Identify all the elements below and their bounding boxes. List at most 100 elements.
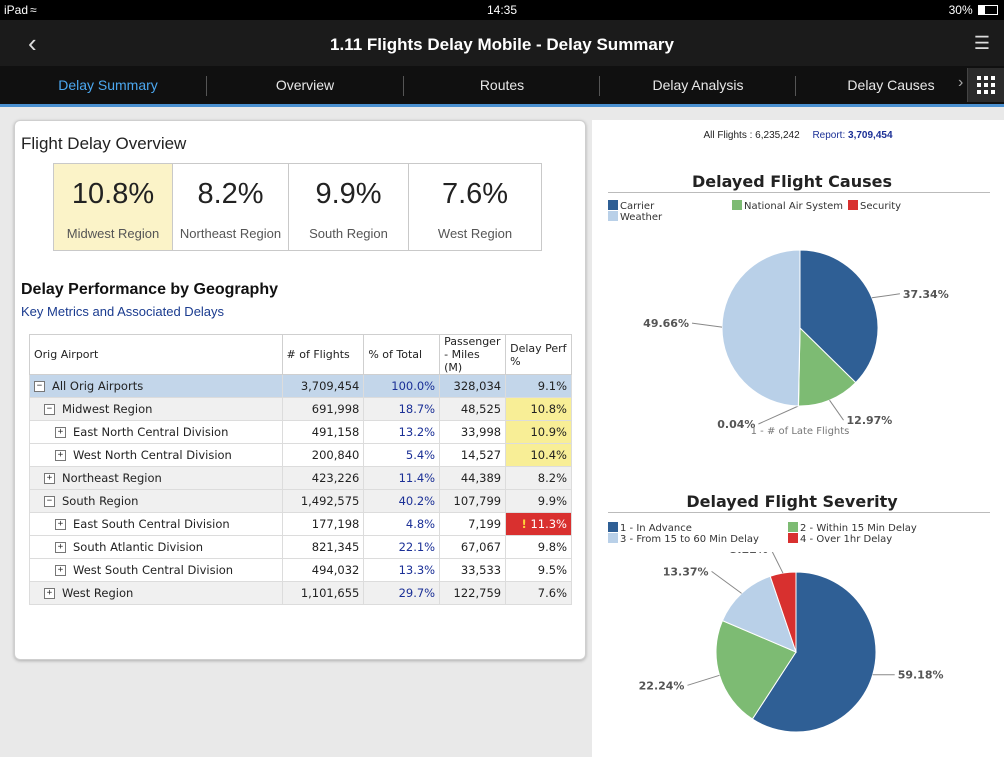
- row-label: East South Central Division: [73, 517, 230, 531]
- miles-cell: 33,998: [439, 420, 507, 444]
- flight-delay-overview-panel: Flight Delay Overview 10.8% Midwest Regi…: [14, 120, 586, 660]
- row-label-cell: + Northeast Region: [29, 466, 283, 490]
- table-row[interactable]: − All Orig Airports 3,709,454 100.0% 328,…: [29, 374, 572, 398]
- expand-toggle-icon[interactable]: +: [44, 588, 55, 599]
- pie-slice[interactable]: [721, 249, 801, 407]
- kpi-value: 10.8%: [71, 178, 155, 210]
- legend-swatch: [848, 200, 858, 210]
- row-label-cell: + South Atlantic Division: [29, 535, 283, 559]
- expand-toggle-icon[interactable]: +: [44, 473, 55, 484]
- legend-item[interactable]: 3 - From 15 to 60 Min Delay: [608, 533, 759, 545]
- leader-line: [687, 674, 720, 686]
- miles-cell: 33,533: [439, 558, 507, 582]
- kpi-midwest[interactable]: 10.8% Midwest Region: [53, 163, 173, 251]
- kpi-south[interactable]: 9.9% South Region: [288, 163, 409, 251]
- expand-toggle-icon[interactable]: +: [55, 565, 66, 576]
- row-label-cell: + East North Central Division: [29, 420, 283, 444]
- miles-cell: 44,389: [439, 466, 507, 490]
- menu-icon[interactable]: ☰: [974, 33, 990, 54]
- kpi-west[interactable]: 7.6% West Region: [408, 163, 542, 251]
- legend-label: Security: [860, 201, 902, 212]
- tab-routes[interactable]: Routes: [404, 66, 600, 104]
- table-row[interactable]: − Midwest Region 691,998 18.7% 48,525 10.…: [29, 397, 572, 421]
- legend-item[interactable]: Weather: [608, 211, 662, 223]
- leader-line: [829, 399, 844, 421]
- row-label-cell: + West North Central Division: [29, 443, 283, 467]
- miles-cell: 122,759: [439, 581, 507, 605]
- flights-cell: 821,345: [281, 535, 365, 559]
- kpi-value: 8.2%: [197, 178, 264, 210]
- row-label-cell: + West Region: [29, 581, 283, 605]
- page-title: 1.11 Flights Delay Mobile - Delay Summar…: [330, 35, 674, 54]
- column-header[interactable]: % of Total: [363, 334, 441, 375]
- severity-pie-chart: 59.18% 22.24% 13.37% 5.22%: [639, 552, 944, 733]
- tab-delay-analysis[interactable]: Delay Analysis: [600, 66, 796, 104]
- table-row[interactable]: + West South Central Division 494,032 13.…: [29, 558, 572, 582]
- row-label: All Orig Airports: [52, 379, 144, 393]
- column-header[interactable]: Orig Airport: [29, 334, 283, 375]
- expand-toggle-icon[interactable]: +: [55, 450, 66, 461]
- leader-line: [711, 570, 742, 594]
- report-value: 3,709,454: [848, 130, 893, 141]
- legend-swatch: [788, 533, 798, 543]
- collapse-toggle-icon[interactable]: −: [34, 381, 45, 392]
- tab-overview[interactable]: Overview: [207, 66, 403, 104]
- pct-total-cell: 29.7%: [363, 581, 441, 605]
- table-row[interactable]: + West North Central Division 200,840 5.4…: [29, 443, 572, 467]
- collapse-toggle-icon[interactable]: −: [44, 404, 55, 415]
- table-row[interactable]: + Northeast Region 423,226 11.4% 44,389 8…: [29, 466, 572, 490]
- tab-delay-summary[interactable]: Delay Summary: [10, 66, 206, 104]
- legend-swatch: [608, 200, 618, 210]
- table-row[interactable]: + East North Central Division 491,158 13.…: [29, 420, 572, 444]
- delay-perf-cell: 8.2%: [505, 466, 572, 490]
- row-label: Midwest Region: [62, 402, 153, 416]
- delay-perf-cell: 10.4%: [505, 443, 572, 467]
- row-label: South Atlantic Division: [73, 540, 204, 554]
- legend-item[interactable]: National Air System: [732, 200, 843, 212]
- delay-perf-cell: 10.8%: [505, 397, 572, 421]
- column-header[interactable]: Passenger - Miles (M): [439, 334, 507, 375]
- kpi-row: 10.8% Midwest Region 8.2% Northeast Regi…: [53, 163, 542, 251]
- leader-line: [758, 405, 799, 425]
- kpi-northeast[interactable]: 8.2% Northeast Region: [172, 163, 289, 251]
- row-label-cell: + East South Central Division: [29, 512, 283, 536]
- kpi-label: West Region: [437, 226, 513, 241]
- miles-cell: 7,199: [439, 512, 507, 536]
- row-label: West North Central Division: [73, 448, 232, 462]
- leader-line: [771, 552, 784, 574]
- leader-line: [871, 293, 900, 299]
- kpi-label: South Region: [309, 226, 388, 241]
- slice-label: 12.97%: [847, 414, 893, 427]
- expand-toggle-icon[interactable]: +: [55, 427, 66, 438]
- pct-total-cell: 5.4%: [363, 443, 441, 467]
- leader-line: [691, 322, 723, 328]
- delay-perf-cell: 9.8%: [505, 535, 572, 559]
- legend-item[interactable]: Security: [848, 200, 901, 212]
- table-row[interactable]: + South Atlantic Division 821,345 22.1% 6…: [29, 535, 572, 559]
- expand-toggle-icon[interactable]: +: [55, 542, 66, 553]
- column-header[interactable]: # of Flights: [281, 334, 365, 375]
- row-label: West Region: [62, 586, 134, 600]
- slice-label: 49.66%: [643, 317, 689, 330]
- flights-cell: 1,492,575: [281, 489, 365, 513]
- column-header[interactable]: Delay Perf %: [505, 334, 572, 375]
- table-header-row: Orig Airport # of Flights % of Total Pas…: [29, 334, 572, 375]
- battery-percent: 30%: [948, 3, 973, 17]
- table-row[interactable]: + East South Central Division 177,198 4.8…: [29, 512, 572, 536]
- pct-total-cell: 11.4%: [363, 466, 441, 490]
- severity-legend: 1 - In Advance 2 - Within 15 Min Delay 3…: [608, 522, 988, 546]
- flights-cell: 177,198: [281, 512, 365, 536]
- tab-bar: Delay Summary Overview Routes Delay Anal…: [0, 66, 1004, 107]
- miles-cell: 328,034: [439, 374, 507, 398]
- more-tabs-button[interactable]: ›: [958, 68, 1004, 102]
- collapse-toggle-icon[interactable]: −: [44, 496, 55, 507]
- legend-item[interactable]: 4 - Over 1hr Delay: [788, 533, 892, 545]
- table-row[interactable]: − South Region 1,492,575 40.2% 107,799 9.…: [29, 489, 572, 513]
- table-row[interactable]: + West Region 1,101,655 29.7% 122,759 7.6…: [29, 581, 572, 605]
- slice-label: 13.37%: [663, 565, 709, 578]
- slice-label: 5.22%: [730, 552, 768, 556]
- flights-cell: 491,158: [281, 420, 365, 444]
- panel-title: Flight Delay Overview: [21, 134, 187, 153]
- kpi-value: 9.9%: [315, 178, 382, 210]
- expand-toggle-icon[interactable]: +: [55, 519, 66, 530]
